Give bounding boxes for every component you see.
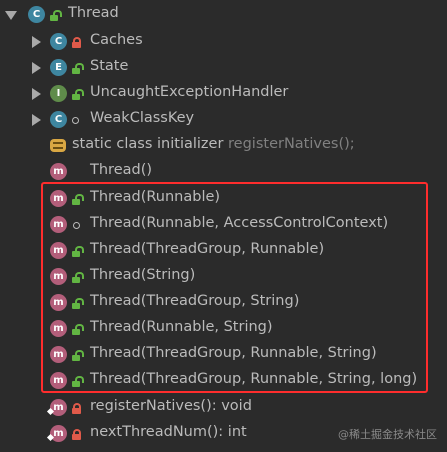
- tree-item-method[interactable]: m registerNatives(): void: [0, 395, 447, 421]
- tree-item-label: UncaughtExceptionHandler: [90, 84, 289, 100]
- expand-arrow-icon[interactable]: [32, 36, 41, 48]
- expand-arrow-icon[interactable]: [32, 114, 41, 126]
- tree-item-state[interactable]: E State: [0, 55, 447, 81]
- tree-item-label: Thread(): [90, 162, 153, 178]
- private-lock-icon: [72, 403, 81, 414]
- expand-arrow-icon[interactable]: [32, 62, 41, 74]
- initializer-icon: [50, 139, 66, 152]
- tree-item-label: WeakClassKey: [90, 110, 195, 126]
- method-icon: m: [50, 163, 67, 180]
- expand-arrow-icon[interactable]: [32, 88, 41, 100]
- tree-item-label: registerNatives(): void: [90, 398, 252, 414]
- class-icon: C: [50, 33, 67, 50]
- tree-item-label: Caches: [90, 32, 143, 48]
- method-icon: m: [50, 399, 67, 416]
- package-visibility-icon: [72, 117, 79, 124]
- tree-item-uncaught-exception-handler[interactable]: I UncaughtExceptionHandler: [0, 81, 447, 107]
- tree-item-caches[interactable]: C Caches: [0, 29, 447, 55]
- interface-icon: I: [50, 85, 67, 102]
- initializer-extra: registerNatives();: [228, 136, 355, 152]
- tree-item-weak-class-key[interactable]: C WeakClassKey: [0, 107, 447, 133]
- enum-icon: E: [50, 59, 67, 76]
- public-lock-icon: [72, 63, 84, 74]
- collapse-arrow-icon[interactable]: [5, 11, 17, 20]
- tree-item-label: State: [90, 58, 129, 74]
- class-icon: C: [28, 6, 45, 23]
- public-lock-icon: [50, 10, 62, 21]
- tree-root-thread[interactable]: C Thread: [0, 2, 447, 28]
- class-icon: C: [50, 111, 67, 128]
- tree-item-label: static class initializer registerNatives…: [72, 136, 355, 152]
- watermark: @稀土掘金技术社区: [338, 428, 437, 441]
- method-icon: m: [50, 425, 67, 442]
- public-lock-icon: [72, 89, 84, 100]
- tree-item-static-initializer[interactable]: static class initializer registerNatives…: [0, 133, 447, 159]
- initializer-label: static class initializer: [72, 136, 224, 152]
- tree-item-label: Thread: [68, 5, 119, 21]
- private-lock-icon: [72, 37, 81, 48]
- highlight-box: [41, 182, 428, 393]
- private-lock-icon: [72, 429, 81, 440]
- tree-item-label: nextThreadNum(): int: [90, 424, 247, 440]
